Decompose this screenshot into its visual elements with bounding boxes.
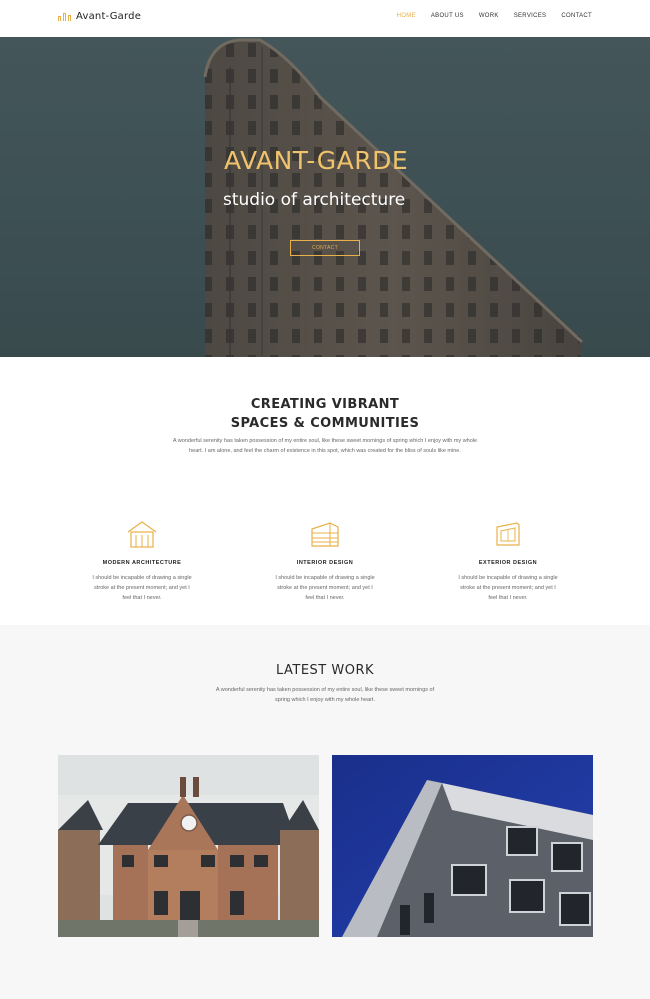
- house-icon: [127, 521, 157, 548]
- logo-icon: [58, 12, 72, 21]
- work-item-modern-building[interactable]: [332, 755, 593, 937]
- top-navbar: Avant-Garde HOME ABOUT US WORK SERVICES …: [0, 0, 650, 37]
- feature-title: EXTERIOR DESIGN: [478, 560, 538, 566]
- main-menu: HOME ABOUT US WORK SERVICES CONTACT: [382, 13, 592, 19]
- intro-title-line2: SPACES & COMMUNITIES: [230, 416, 420, 431]
- feature-text: I should be incapable of drawing a singl…: [275, 575, 375, 601]
- feature-interior-design: INTERIOR DESIGN I should be incapable of…: [245, 519, 405, 603]
- building-icon: [311, 522, 339, 547]
- nav-work[interactable]: WORK: [479, 13, 499, 19]
- feature-text: I should be incapable of drawing a singl…: [92, 575, 192, 601]
- modern-building-image: [332, 755, 593, 937]
- hero-contact-button[interactable]: CONTACT: [290, 240, 360, 256]
- brand-name: Avant-Garde: [76, 11, 142, 22]
- hero-subtitle: studio of architecture: [223, 190, 406, 210]
- brand[interactable]: Avant-Garde: [58, 11, 141, 22]
- intro-title-line1: CREATING VIBRANT: [250, 397, 400, 412]
- intro-title: CREATING VIBRANT SPACES & COMMUNITIES: [0, 395, 650, 433]
- feature-text: I should be incapable of drawing a singl…: [458, 575, 558, 601]
- nav-home[interactable]: HOME: [397, 13, 416, 19]
- blueprint-icon: [496, 522, 520, 546]
- feature-modern-architecture: MODERN ARCHITECTURE I should be incapabl…: [62, 519, 222, 603]
- latest-work-section: LATEST WORK A wonderful serenity has tak…: [0, 625, 650, 999]
- intro-section: CREATING VIBRANT SPACES & COMMUNITIES A …: [0, 357, 650, 625]
- intro-description: A wonderful serenity has taken possessio…: [172, 438, 478, 454]
- nav-contact[interactable]: CONTACT: [561, 13, 592, 19]
- hero-title: AVANT-GARDE: [224, 146, 409, 175]
- feature-exterior-design: EXTERIOR DESIGN I should be incapable of…: [428, 519, 588, 603]
- feature-title: INTERIOR DESIGN: [296, 560, 354, 566]
- work-item-brick-house[interactable]: [58, 755, 319, 937]
- feature-title: MODERN ARCHITECTURE: [102, 560, 182, 566]
- hero-section: AVANT-GARDE studio of architecture CONTA…: [0, 37, 650, 357]
- latest-work-description: A wonderful serenity has taken possessio…: [215, 687, 435, 703]
- nav-services[interactable]: SERVICES: [514, 13, 547, 19]
- brick-house-image: [58, 755, 319, 937]
- nav-about-us[interactable]: ABOUT US: [431, 13, 464, 19]
- latest-work-title: LATEST WORK: [275, 663, 375, 678]
